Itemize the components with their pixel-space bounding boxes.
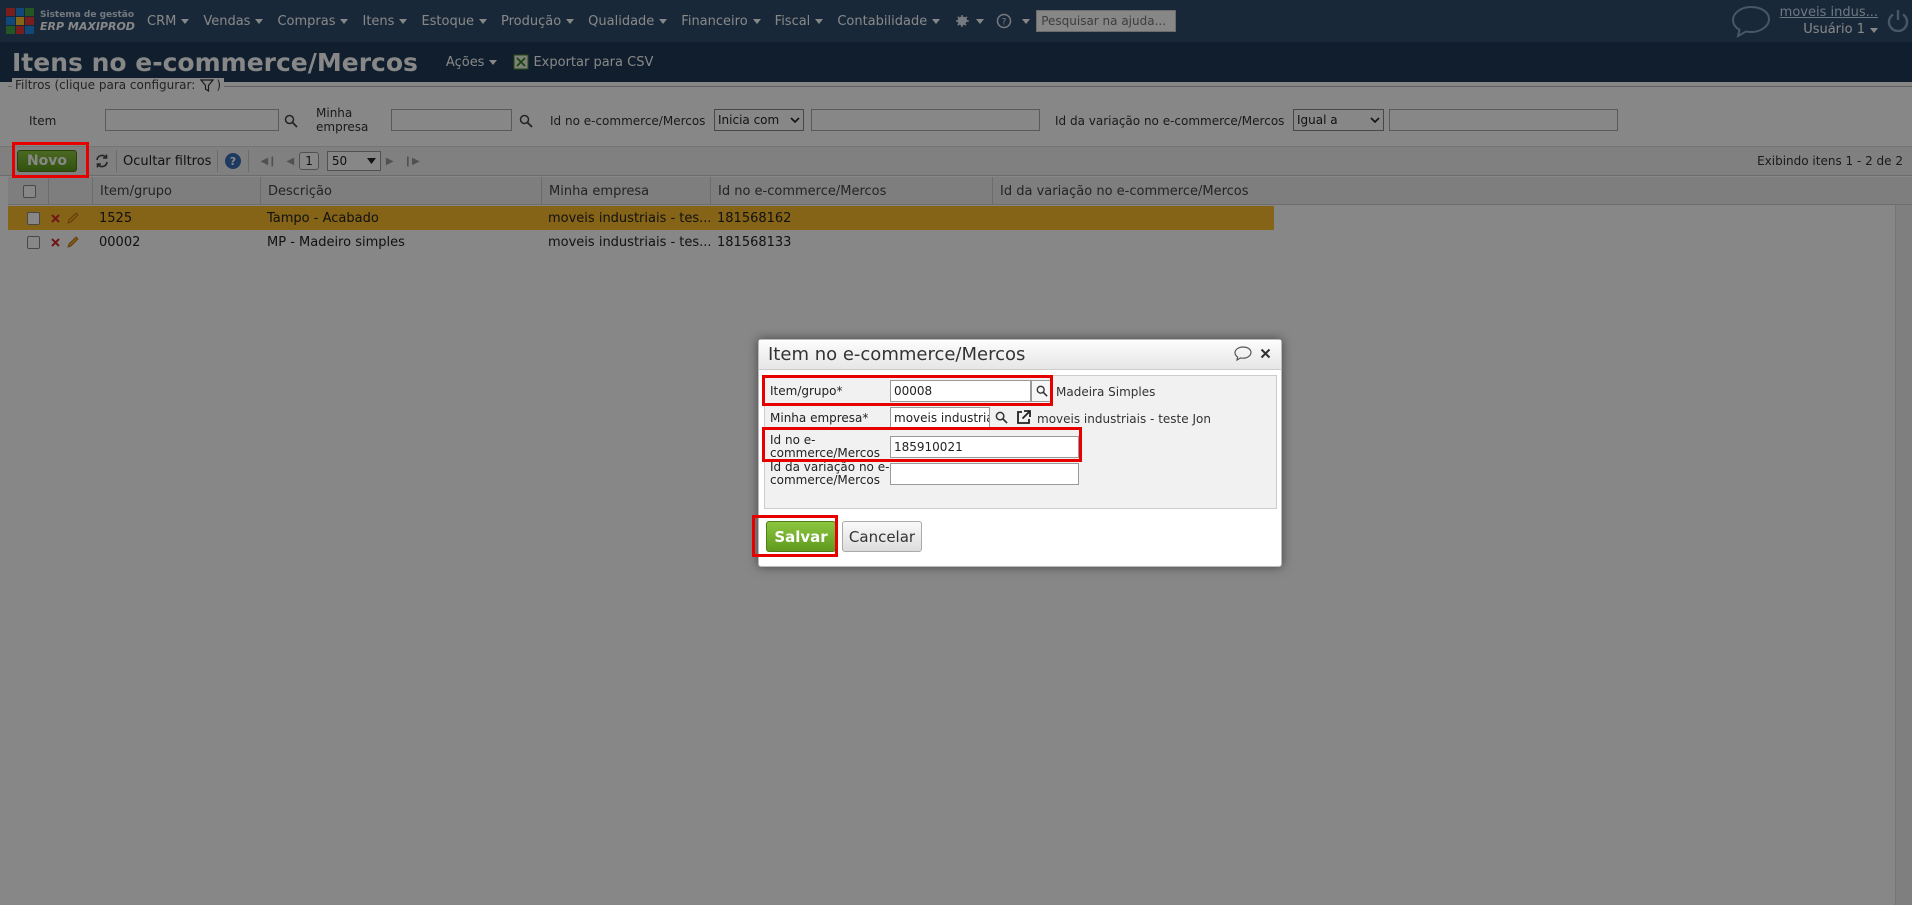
cancelar-button[interactable]: Cancelar <box>842 521 922 552</box>
minha-empresa-label: Minha empresa* <box>770 411 869 425</box>
dialog-form: Item/grupo* 00008 Madeira Simples Minha … <box>762 375 1277 509</box>
salvar-button[interactable]: Salvar <box>766 521 836 552</box>
item-description: Madeira Simples <box>1056 385 1156 399</box>
id-ecommerce-label: Id no e-commerce/Mercos <box>770 434 880 460</box>
search-icon <box>1036 385 1048 397</box>
comment-icon[interactable] <box>1234 346 1252 361</box>
minha-empresa-input[interactable]: moveis industriais - <box>890 407 990 429</box>
item-search-button[interactable] <box>1031 380 1052 402</box>
id-variacao-label-2: commerce/Mercos <box>770 473 880 487</box>
item-grupo-label: Item/grupo* <box>770 384 843 398</box>
empresa-description: moveis industriais - teste Jon <box>1037 412 1211 426</box>
search-icon[interactable] <box>995 411 1008 424</box>
id-variacao-input[interactable] <box>890 463 1079 485</box>
id-variacao-label-1: Id da variação no e- <box>770 460 890 474</box>
dialog-title: Item no e-commerce/Mercos <box>759 340 1281 370</box>
close-icon[interactable] <box>1260 348 1271 359</box>
id-ecommerce-label-1: Id no e- <box>770 433 816 447</box>
external-link-icon[interactable] <box>1015 409 1032 426</box>
item-ecommerce-dialog: Item no e-commerce/Mercos Item/grupo* 00… <box>752 339 1282 567</box>
dialog-tools <box>1234 346 1271 361</box>
item-grupo-input[interactable]: 00008 <box>890 380 1031 402</box>
id-ecommerce-input[interactable]: 185910021 <box>890 436 1079 458</box>
id-ecommerce-label-2: commerce/Mercos <box>770 446 880 460</box>
id-variacao-label: Id da variação no e-commerce/Mercos <box>770 461 889 487</box>
